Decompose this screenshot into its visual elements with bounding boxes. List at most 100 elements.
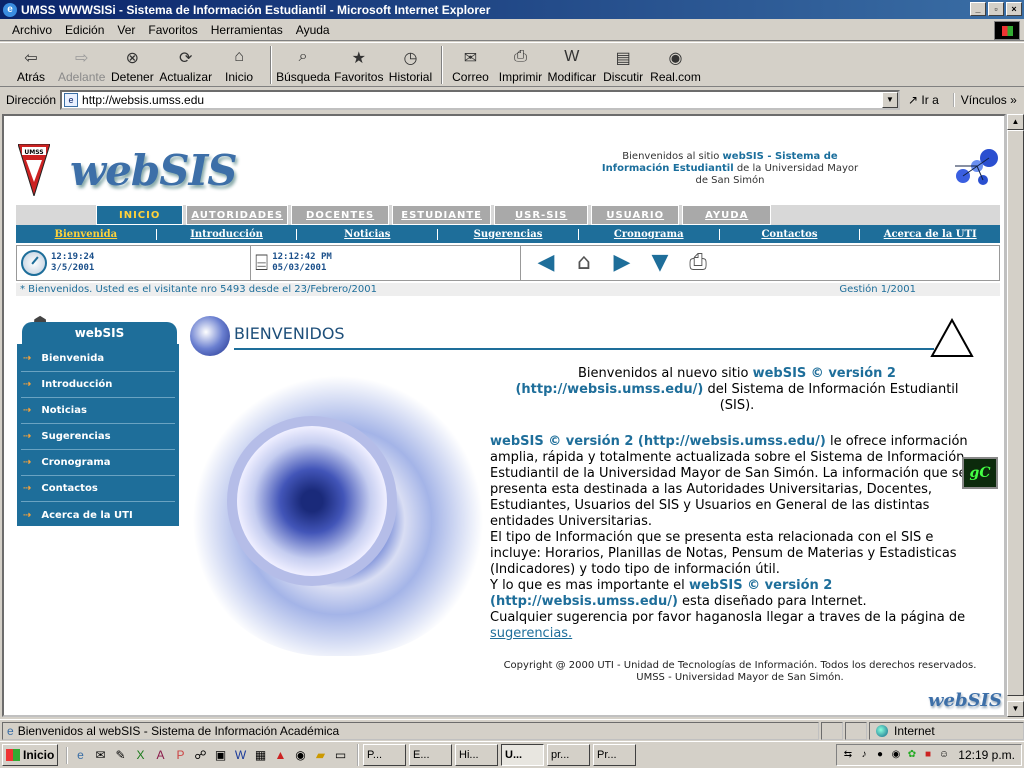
word-quicklaunch-icon[interactable]: W [232,747,249,764]
forward-nav-icon[interactable]: ▶ [609,250,635,276]
sidebar-item-label: Bienvenida [41,353,105,364]
menu-ver[interactable]: Ver [117,23,135,37]
scroll-thumb[interactable] [1007,130,1024,696]
minimize-button[interactable]: _ [970,2,986,16]
face-tray-icon[interactable]: ☺ [937,748,951,762]
search-button[interactable]: ⌕ Búsqueda [276,43,330,86]
volume-tray-icon[interactable]: ♪ [857,748,871,762]
subnav-acerca[interactable]: Acerca de la UTI [860,229,1000,240]
tab-estudiante[interactable]: ESTUDIANTE [392,205,492,225]
back-button[interactable]: ⇦ Atrás [8,43,54,86]
subnav-noticias[interactable]: Noticias [297,228,439,240]
scroll-up-icon[interactable]: ▲ [1007,114,1024,130]
task-button[interactable]: pr... [547,744,590,766]
flower-tray-icon[interactable]: ✿ [905,748,919,762]
print-button[interactable]: ⎙ Imprimir [497,43,543,86]
go-button[interactable]: ↗ Ir a [908,93,939,107]
menu-favoritos[interactable]: Favoritos [148,23,197,37]
messenger-tray-icon[interactable]: ● [873,748,887,762]
history-button[interactable]: ◷ Historial [387,43,433,86]
window-titlebar: e UMSS WWWSISi - Sistema de Información … [0,0,1024,19]
folder-quicklaunch-icon[interactable]: ▰ [312,747,329,764]
tab-usr-sis[interactable]: USR-SIS [494,205,589,225]
discuss-button[interactable]: ▤ Discutir [600,43,646,86]
favorites-button[interactable]: ★ Favoritos [334,43,383,86]
sidebar: ⇢ Bienvenida ⇢ Introducción ⇢ Noticias ⇢ Sug… [17,344,179,526]
down-nav-icon[interactable]: ▼ [647,250,673,276]
eye-quicklaunch-icon[interactable]: ◉ [292,747,309,764]
pen-quicklaunch-icon[interactable]: ✎ [112,747,129,764]
visitor-bar: * Bienvenidos. Usted es el visitante nro… [16,283,1000,296]
p1-highlight: webSIS © versión 2 (http://websis.umss.e… [490,434,826,449]
task-button[interactable]: E... [409,744,452,766]
sidebar-item-introduccion[interactable]: ⇢ Introducción [21,372,175,398]
menu-archivo[interactable]: Archivo [12,23,52,37]
task-button[interactable]: Hi... [455,744,498,766]
grid-quicklaunch-icon[interactable]: ▦ [252,747,269,764]
tab-autoridades[interactable]: AUTORIDADES [186,205,289,225]
menu-ayuda[interactable]: Ayuda [296,23,330,37]
outlook-quicklaunch-icon[interactable]: ✉ [92,747,109,764]
home-nav-icon[interactable]: ⌂ [571,250,597,276]
eye-tray-icon[interactable]: ◉ [889,748,903,762]
sidebar-item-acerca[interactable]: ⇢ Acerca de la UTI [21,502,175,528]
tab-usuario[interactable]: USUARIO [591,205,680,225]
forward-arrow-icon: ⇨ [74,50,89,67]
network-quicklaunch-icon[interactable]: ☍ [192,747,209,764]
powerpoint-quicklaunch-icon[interactable]: P [172,747,189,764]
copyright-line-2: UMSS - Universidad Mayor de San Simón. [636,672,844,683]
back-nav-icon[interactable]: ◀ [533,250,559,276]
alert-tray-icon[interactable]: ■ [921,748,935,762]
task-button-active[interactable]: U... [501,744,544,766]
stamp-quicklaunch-icon[interactable]: ▲ [272,747,289,764]
subnav-sugerencias[interactable]: Sugerencias [438,228,579,240]
ie-quicklaunch-icon[interactable]: e [72,747,89,764]
windows-flag-icon [6,749,20,761]
subnav-contactos[interactable]: Contactos [720,228,861,240]
links-button[interactable]: Vínculos » [952,93,1017,107]
sugerencias-link[interactable]: sugerencias. [490,626,572,641]
explorer-quicklaunch-icon[interactable]: ▣ [212,747,229,764]
refresh-button[interactable]: ⟳ Actualizar [159,43,212,86]
home-button[interactable]: ⌂ Inicio [216,43,262,86]
close-button[interactable]: × [1006,2,1022,16]
address-input[interactable]: e http://websis.umss.edu ▼ [60,90,901,110]
maximize-button[interactable]: ▫ [988,2,1004,16]
tab-ayuda[interactable]: AYUDA [682,205,772,225]
triangle-icon [930,318,974,357]
vertical-scrollbar[interactable]: ▲ ▼ [1006,114,1024,717]
subnav-bienvenida[interactable]: Bienvenida [16,228,157,240]
excel-quicklaunch-icon[interactable]: X [132,747,149,764]
address-dropdown-icon[interactable]: ▼ [882,92,899,108]
local-time-cell: 12:19:24 3/5/2001 [17,246,251,280]
tab-docentes[interactable]: DOCENTES [291,205,390,225]
edit-button[interactable]: W Modificar [547,43,596,86]
menu-herramientas[interactable]: Herramientas [211,23,283,37]
task-button[interactable]: P... [363,744,406,766]
history-label: Historial [388,70,433,84]
tab-inicio[interactable]: INICIO [96,205,184,225]
desktop-quicklaunch-icon[interactable]: ▭ [332,747,349,764]
sidebar-item-sugerencias[interactable]: ⇢ Sugerencias [21,424,175,450]
gc-badge[interactable]: gC [962,457,998,489]
sidebar-item-noticias[interactable]: ⇢ Noticias [21,398,175,424]
subnav-introduccion[interactable]: Introducción [157,228,298,240]
scroll-down-icon[interactable]: ▼ [1007,701,1024,717]
start-button[interactable]: Inicio [2,744,58,766]
access-quicklaunch-icon[interactable]: A [152,747,169,764]
stop-button[interactable]: ⊗ Detener [109,43,155,86]
copyright-line-1: Copyright @ 2000 UTI - Unidad de Tecnolo… [503,660,977,671]
sidebar-item-bienvenida[interactable]: ⇢ Bienvenida [21,346,175,372]
forward-button[interactable]: ⇨ Adelante [58,43,105,86]
task-button[interactable]: Pr... [593,744,636,766]
subnav-cronograma[interactable]: Cronograma [579,228,720,240]
menu-edicion[interactable]: Edición [65,23,104,37]
realcom-button[interactable]: ◉ Real.com [650,43,701,86]
gestion-text: Gestión 1/2001 [839,284,916,295]
network-globe-icon [955,149,998,185]
network-tray-icon[interactable]: ⇆ [841,748,855,762]
sidebar-item-cronograma[interactable]: ⇢ Cronograma [21,450,175,476]
printer-icon[interactable]: ⎙ [685,250,711,276]
mail-button[interactable]: ✉ Correo [447,43,493,86]
sidebar-item-contactos[interactable]: ⇢ Contactos [21,476,175,502]
